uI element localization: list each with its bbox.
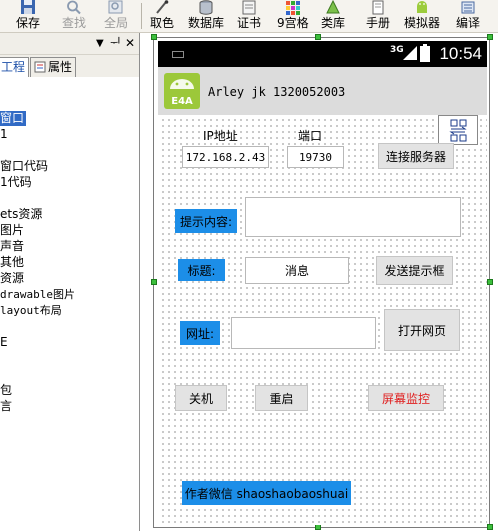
save-icon [21,0,35,14]
main-toolbar: 保存 查找 全局 取色 数据库 证书 9宫格 类库 手册 模拟器 编译 [0,0,498,33]
manual-button[interactable]: 手册 [366,0,390,32]
compile-label: 编译 [456,16,481,30]
tip-content-label: 提示内容: [175,209,237,233]
tree-item-window[interactable]: 窗口 [0,111,27,126]
manual-label: 手册 [366,16,391,30]
status-bar: 3G 10:54 [158,41,487,67]
database-button[interactable]: 数据库 [188,0,224,32]
ip-input[interactable]: 172.168.2.43 [182,146,269,168]
resize-handle-top-left[interactable] [151,34,157,40]
color-picker-label: 取色 [150,16,175,30]
manual-icon [372,0,384,15]
global-search-label: 全局 [104,16,129,30]
compile-icon [461,1,475,14]
tree-item-sounds[interactable]: 声音 [0,239,24,254]
search-label: 查找 [62,16,87,30]
grid-label: 9宫格 [277,16,309,30]
library-label: 类库 [321,16,346,30]
tree-item-package[interactable]: 包 [0,383,12,398]
emulator-label: 模拟器 [404,16,441,30]
status-clock: 10:54 [439,44,482,63]
restart-button[interactable]: 重启 [255,385,308,411]
form-designer: 3G 10:54 E4A Arley jk 1320052003 IP地址 端口… [141,33,498,531]
send-tip-button[interactable]: 发送提示框 [376,256,453,285]
author-wechat-text: 作者微信 shaoshaobaoshuai [184,486,349,501]
certificate-button[interactable]: 证书 [237,0,261,32]
compile-button[interactable]: 编译 [456,0,480,32]
author-wechat-label: 作者微信 shaoshaobaoshuai [182,481,351,505]
app-title-bar: E4A Arley jk 1320052003 [158,67,487,115]
global-search-icon [108,0,123,14]
panel-tabs: 工程 属性 [0,55,139,77]
ip-label: IP地址 [203,129,238,143]
save-button[interactable]: 保存 [16,0,40,32]
toolbar-separator [141,3,142,29]
properties-icon [34,61,46,73]
shutdown-button[interactable]: 关机 [175,385,227,411]
keyboard-icon [172,51,184,58]
panel-header: ▼ ᅱ ✕ [0,33,139,55]
global-search-button[interactable]: 全局 [104,0,128,32]
tree-item-window-1[interactable]: 1 [0,127,8,142]
open-webpage-button[interactable]: 打开网页 [384,309,460,351]
tree-item-language[interactable]: 言 [0,399,12,414]
tree-item-window-code[interactable]: 窗口代码 [0,159,48,174]
screen-monitor-button[interactable]: 屏幕监控 [368,385,444,411]
tree-item-other[interactable]: 其他 [0,255,24,270]
grid-icon [285,1,300,15]
tree-item-assets[interactable]: ets资源 [0,207,42,222]
port-label: 端口 [298,129,323,143]
search-icon [67,0,81,15]
phone-preview: 3G 10:54 E4A Arley jk 1320052003 IP地址 端口… [158,41,487,525]
title-input[interactable]: 消息 [245,257,349,284]
resize-handle-top-right[interactable] [487,34,493,40]
library-button[interactable]: 类库 [321,0,345,32]
connect-server-button[interactable]: 连接服务器 [378,143,454,169]
tip-content-input[interactable] [245,197,461,237]
tree-item-layout[interactable]: layout布局 [0,303,62,318]
signal-icon [403,46,417,60]
tab-project[interactable]: 工程 [0,57,30,77]
tree-item-drawable[interactable]: drawable图片 [0,287,75,302]
color-picker-icon [156,0,169,14]
save-label: 保存 [16,16,41,30]
tree-item-resources[interactable]: 资源 [0,271,24,286]
panel-dropdown-icon[interactable]: ▼ [96,37,104,51]
tree-item-images[interactable]: 图片 [0,223,24,238]
form-canvas: IP地址 端口 172.168.2.43 19730 连接服务器 提示内容: 标… [158,115,487,525]
project-panel: ▼ ᅱ ✕ 工程 属性 窗口 1 窗口代码 1代码 ets资源 图片 声音 其他… [0,33,140,531]
close-icon[interactable]: ✕ [125,36,135,50]
grid-button[interactable]: 9宫格 [277,0,309,32]
certificate-label: 证书 [237,16,262,30]
layout-switch-icon[interactable] [438,115,478,145]
database-label: 数据库 [188,16,225,30]
pin-icon[interactable]: ᅱ [110,36,121,50]
resize-handle-right[interactable] [487,279,493,285]
app-title: Arley jk 1320052003 [208,85,346,99]
search-button[interactable]: 查找 [62,0,86,32]
library-icon [326,0,340,14]
title-label: 标题: [178,259,225,281]
color-picker-button[interactable]: 取色 [150,0,174,32]
tab-project-label: 工程 [1,60,26,74]
emulator-button[interactable]: 模拟器 [404,0,440,32]
emulator-icon [417,1,427,13]
resize-handle-top[interactable] [315,34,321,40]
certificate-icon [242,0,256,15]
port-input[interactable]: 19730 [287,146,344,168]
tree-item-window-1-code[interactable]: 1代码 [0,175,32,190]
network-type: 3G [390,45,404,55]
tab-properties-label: 属性 [48,60,73,74]
tree-item-e[interactable]: E [0,335,8,350]
url-input[interactable] [231,317,376,349]
tab-properties[interactable]: 属性 [30,57,77,77]
url-label: 网址: [180,321,220,345]
logo-text: E4A [171,96,193,107]
database-icon [199,0,213,15]
e4a-logo-icon: E4A [164,73,200,109]
battery-icon [420,44,430,62]
resize-handle-bottom-right[interactable] [487,524,493,530]
resize-handle-left[interactable] [151,279,157,285]
